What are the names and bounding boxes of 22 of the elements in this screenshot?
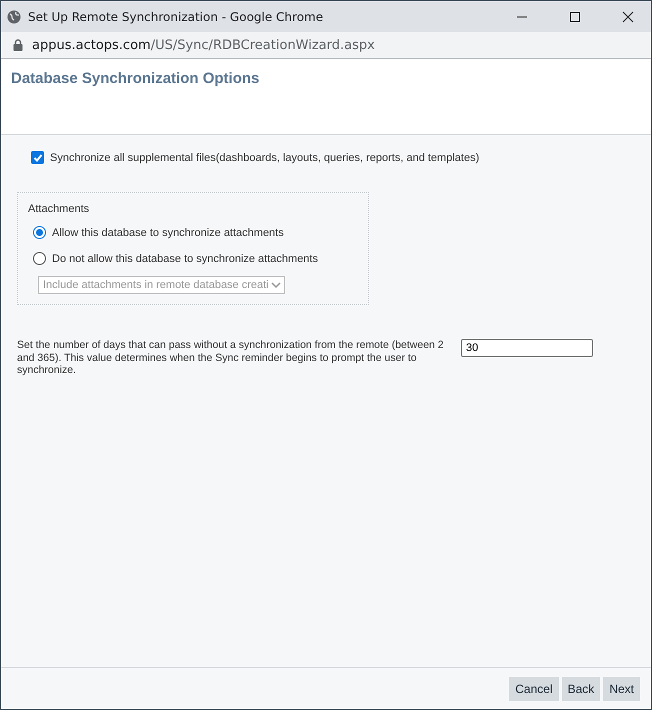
maximize-icon [569, 10, 581, 22]
window-title: Set Up Remote Synchronization - Google Chrome [28, 10, 324, 24]
close-icon [622, 10, 634, 22]
footer-button[interactable]: Cancel [509, 676, 559, 700]
page-title: Database Synchronization Options [11, 70, 260, 87]
days-input[interactable]: 30 [461, 339, 593, 357]
checkbox[interactable] [31, 151, 44, 164]
url-path: /US/Sync/RDBCreationWizard.aspx [150, 38, 375, 52]
globe-icon [7, 10, 21, 24]
radio-button[interactable] [33, 252, 46, 265]
reminder-description: Set the number of days that can pass without a synchronization from the remote (between 2 and 365). This value determines when the Sync reminder begins to prompt the user to synchronize. [17, 339, 445, 377]
radio-label: Do not allow this database to synchronize attachments [52, 252, 318, 264]
footer-button[interactable]: Next [603, 676, 640, 700]
checkbox-label: Synchronize all supplemental files(dashboards, layouts, queries, reports, and templates) [50, 152, 480, 164]
radio-button[interactable] [33, 226, 46, 239]
radio-label: Allow this database to synchronize attachments [52, 226, 284, 238]
minimize-icon [516, 16, 528, 18]
url-host: appus.actops.com [32, 38, 151, 52]
footer-button[interactable]: Back [562, 676, 600, 700]
group-legend: Attachments [28, 203, 358, 215]
lock-icon [13, 39, 23, 51]
chevron-down-icon [270, 281, 281, 289]
